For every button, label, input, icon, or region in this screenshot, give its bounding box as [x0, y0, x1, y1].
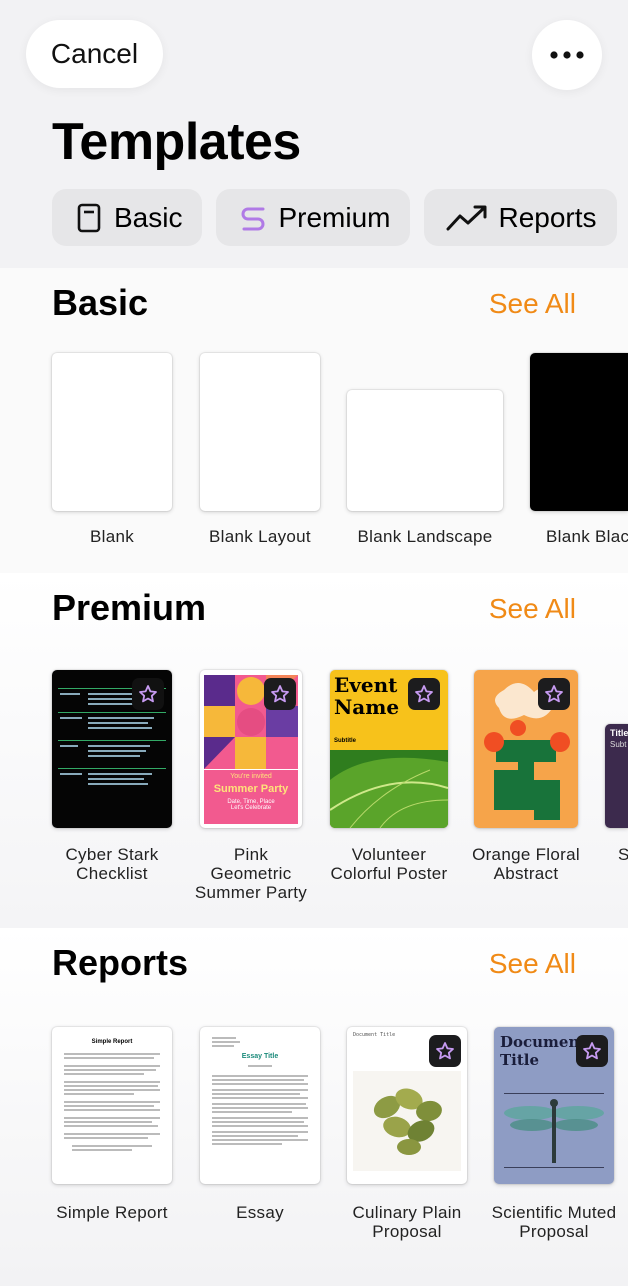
- template-label: Pink Geometric Summer Party: [194, 845, 308, 902]
- template-thumbnail[interactable]: Essay Title: [200, 1027, 320, 1184]
- section-title: Basic: [52, 282, 149, 323]
- thumb-headline: Event Name: [334, 673, 400, 719]
- page-title: Templates: [52, 113, 301, 171]
- premium-badge: [132, 678, 164, 710]
- top-bar: Cancel: [0, 0, 628, 110]
- chip-basic[interactable]: Basic: [52, 189, 203, 246]
- thumb-invite: You're invited: [230, 773, 272, 780]
- category-chips: Basic Premium Reports: [52, 189, 617, 246]
- template-label: Blank: [89, 527, 135, 546]
- cancel-button[interactable]: Cancel: [26, 20, 163, 88]
- premium-badge: [538, 678, 570, 710]
- chip-reports[interactable]: Reports: [424, 189, 617, 246]
- template-thumbnail[interactable]: Event Name Subtitle: [330, 670, 448, 828]
- template-thumbnail[interactable]: Simple Report: [52, 1027, 172, 1184]
- chip-premium[interactable]: Premium: [216, 189, 411, 246]
- template-thumbnail[interactable]: [347, 390, 503, 511]
- premium-star-icon: [545, 685, 563, 703]
- template-label: Blank Blac: [546, 527, 628, 546]
- see-all-link[interactable]: See All: [489, 948, 576, 980]
- template-label: Scientific Muted Proposal: [491, 1203, 617, 1241]
- ellipsis-icon: [550, 46, 584, 64]
- template-label: Blank Landscape: [357, 527, 493, 546]
- premium-badge: [576, 1035, 608, 1067]
- thumb-headline: Summer Party: [213, 783, 289, 795]
- template-thumbnail[interactable]: [200, 353, 320, 511]
- section-basic: Basic See All Blank Blank Layout Blank L…: [0, 268, 628, 573]
- template-label: Volunteer Colorful Poster: [330, 845, 448, 883]
- template-label: Essay: [236, 1203, 284, 1222]
- template-label: Blank Layout: [209, 527, 311, 546]
- template-label: Orange Floral Abstract: [472, 845, 580, 883]
- trend-up-icon: [446, 203, 488, 233]
- template-thumbnail[interactable]: [530, 353, 628, 511]
- premium-badge: [264, 678, 296, 710]
- template-label: Culinary Plain Proposal: [352, 1203, 462, 1241]
- template-thumbnail[interactable]: Document Title: [347, 1027, 467, 1184]
- thumb-title: Essay Title: [241, 1053, 279, 1060]
- chip-label: Reports: [498, 201, 597, 233]
- section-title: Reports: [52, 942, 189, 983]
- thumb-title: Simple Report: [91, 1039, 133, 1045]
- document-icon: [74, 203, 104, 233]
- thumb-details: Date, Time, Place Let's Celebrate: [227, 799, 275, 811]
- template-thumbnail[interactable]: You're invited Summer Party Date, Time, …: [200, 670, 302, 828]
- template-label: Simple Report: [56, 1203, 168, 1222]
- section-title: Premium: [52, 587, 207, 628]
- thumb-subtitle: Subt: [610, 740, 627, 749]
- template-thumbnail[interactable]: Title Subt: [605, 724, 628, 828]
- template-label: S: [618, 845, 628, 864]
- premium-badge: [408, 678, 440, 710]
- chip-label: Basic: [114, 201, 183, 233]
- template-thumbnail[interactable]: [52, 670, 172, 828]
- see-all-link[interactable]: See All: [489, 593, 576, 625]
- template-label: Cyber Stark Checklist: [65, 845, 159, 883]
- premium-star-icon: [436, 1042, 454, 1060]
- template-thumbnail[interactable]: Document Title: [494, 1027, 614, 1184]
- template-thumbnail[interactable]: [474, 670, 578, 828]
- thumb-title: Title: [610, 728, 628, 738]
- template-thumbnail[interactable]: [52, 353, 172, 511]
- thumb-subtitle: Subtitle: [334, 738, 356, 744]
- section-premium: Premium See All Cyber Stark Checklist Yo…: [0, 573, 628, 928]
- section-reports: Reports See All Simple Report Simple Rep…: [0, 928, 628, 1286]
- see-all-link[interactable]: See All: [489, 288, 576, 320]
- premium-badge: [429, 1035, 461, 1067]
- premium-swirl-icon: [238, 203, 268, 233]
- premium-star-icon: [583, 1042, 601, 1060]
- premium-star-icon: [139, 685, 157, 703]
- premium-star-icon: [415, 685, 433, 703]
- more-button[interactable]: [532, 20, 602, 90]
- premium-star-icon: [271, 685, 289, 703]
- chip-label: Premium: [278, 201, 391, 233]
